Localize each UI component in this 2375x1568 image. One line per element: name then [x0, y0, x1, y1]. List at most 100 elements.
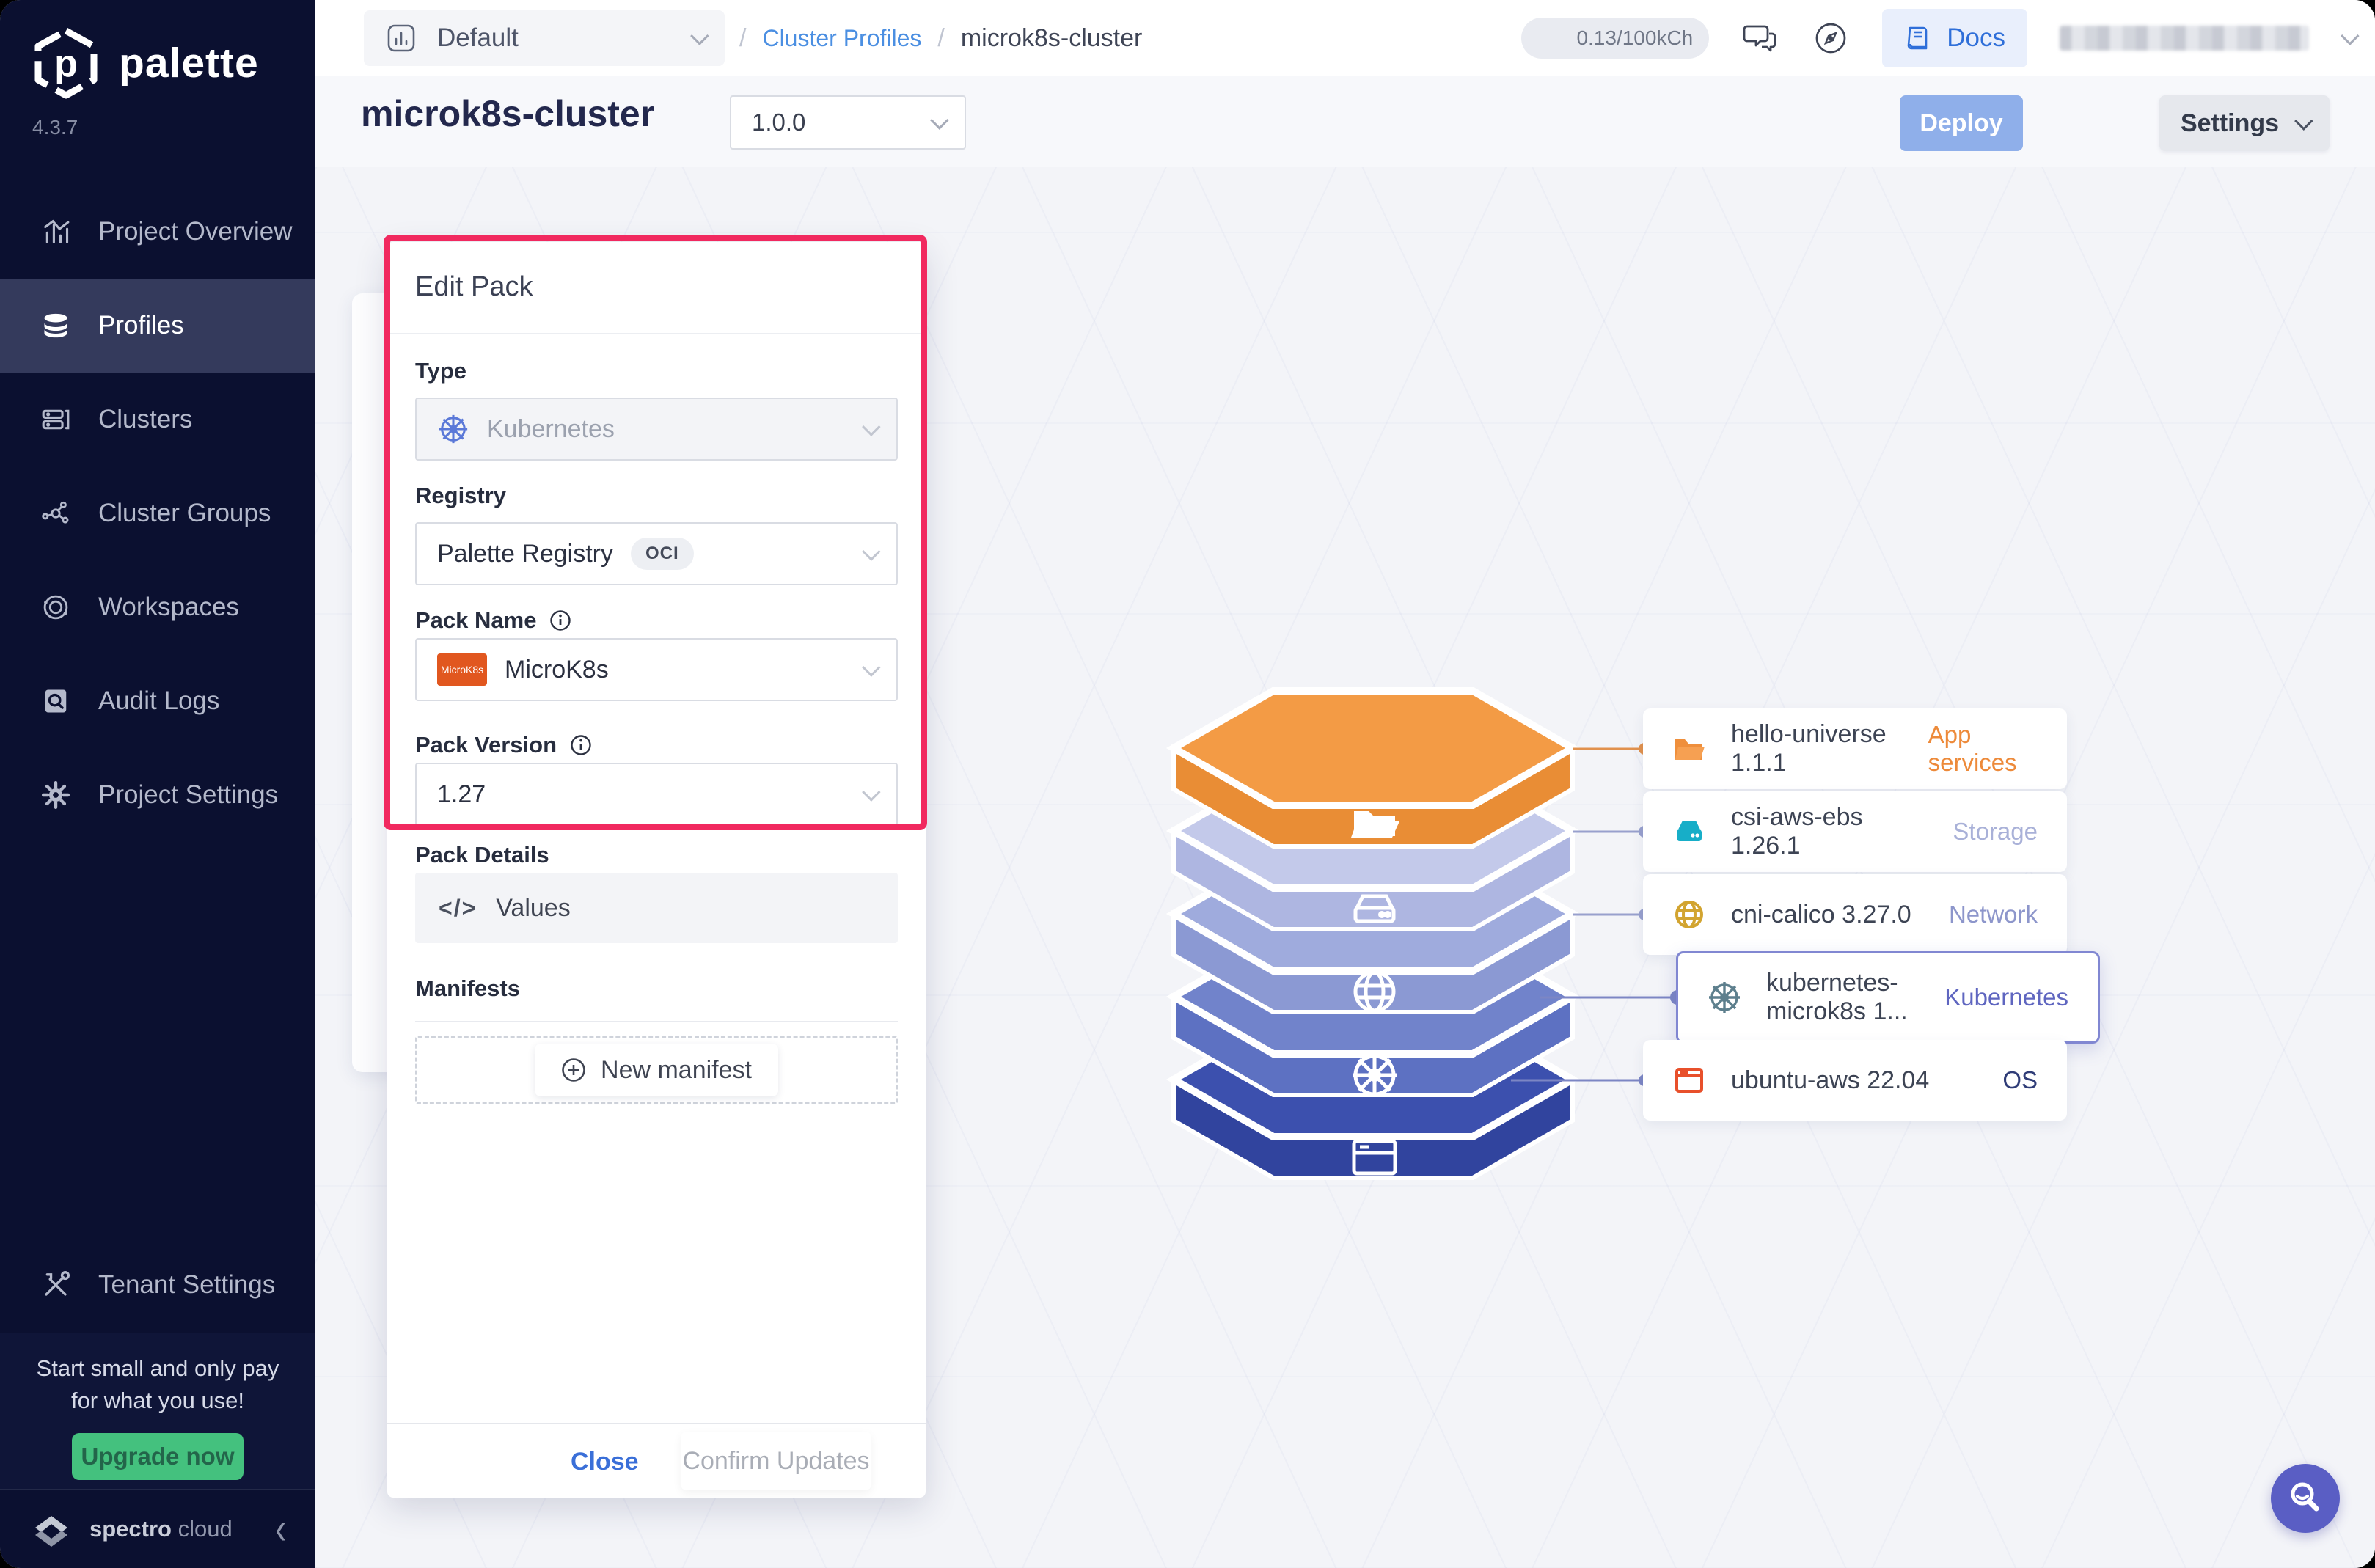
settings-button[interactable]: Settings: [2159, 95, 2330, 151]
registry-select[interactable]: Palette Registry OCI: [415, 522, 898, 585]
chevron-down-icon: [862, 783, 881, 802]
settings-label: Settings: [2180, 109, 2280, 137]
pack-card-type: OS: [2002, 1066, 2038, 1093]
pack-card-kubernetes-selected[interactable]: kubernetes-microk8s 1... Kubernetes: [1676, 951, 2100, 1044]
os-window-icon: [1675, 1068, 1703, 1093]
tools-icon: [45, 1270, 70, 1296]
chevron-down-icon: [862, 417, 881, 436]
sidebar-item-cluster-groups[interactable]: Cluster Groups: [0, 466, 315, 560]
sidebar-item-project-overview[interactable]: Project Overview: [0, 185, 315, 279]
upgrade-promo: Start small and only pay for what you us…: [0, 1333, 315, 1489]
project-selector[interactable]: Default: [364, 10, 725, 66]
pack-name-label: Pack Name: [415, 607, 571, 634]
pack-card-name: hello-universe 1.1.1: [1731, 720, 1887, 777]
usage-badge: 0.13/100kCh: [1521, 18, 1710, 59]
sidebar-item-audit-logs[interactable]: Audit Logs: [0, 654, 315, 748]
pack-card-type: Kubernetes: [1944, 983, 2068, 1011]
pack-card-name: csi-aws-ebs 1.26.1: [1731, 803, 1863, 860]
divider: [387, 333, 926, 334]
info-icon[interactable]: [549, 609, 571, 631]
plus-circle-icon: [562, 1058, 585, 1082]
promo-text: Start small and only pay for what you us…: [36, 1355, 279, 1413]
app-window: hello-universe 1.1.1 App services csi-aw…: [0, 0, 2375, 1568]
user-menu-redacted[interactable]: [2060, 26, 2309, 51]
chevron-down-icon: [2294, 111, 2313, 131]
compass-icon[interactable]: [1812, 19, 1850, 57]
pack-name-select[interactable]: MicroK8s MicroK8s: [415, 638, 898, 701]
pack-version-select[interactable]: 1.27: [415, 763, 898, 826]
sidebar-item-project-settings[interactable]: Project Settings: [0, 748, 315, 842]
pack-card-network[interactable]: cni-calico 3.27.0 Network: [1643, 874, 2067, 955]
audit-log-icon: [45, 689, 67, 713]
orbit-icon: [43, 595, 68, 620]
chat-icon[interactable]: [1741, 19, 1779, 57]
pack-card-os[interactable]: ubuntu-aws 22.04 OS: [1643, 1040, 2067, 1121]
folder-icon: [1675, 739, 1705, 760]
registry-value: Palette Registry: [437, 539, 613, 568]
pack-card-app-services[interactable]: hello-universe 1.1.1 App services: [1643, 708, 2067, 789]
sidebar-item-clusters[interactable]: Clusters: [0, 373, 315, 466]
deploy-button[interactable]: Deploy: [1900, 95, 2023, 151]
pack-card-type: Network: [1948, 901, 2038, 928]
nodes-icon: [42, 501, 69, 524]
registry-label: Registry: [415, 483, 507, 508]
pack-card-type: Storage: [1953, 818, 2038, 845]
globe-icon: [1675, 901, 1703, 928]
new-manifest-label: New manifest: [601, 1055, 752, 1084]
magnifier-icon: [2291, 1482, 2319, 1512]
profile-version-select[interactable]: 1.0.0: [730, 95, 966, 150]
info-icon[interactable]: [570, 734, 592, 756]
manifests-label: Manifests: [415, 975, 520, 1001]
sidebar-footer: spectro cloud ‹: [0, 1489, 315, 1568]
server-icon: [42, 409, 70, 430]
sidebar: p palette 4.3.7 Project Overview Profile…: [0, 0, 315, 1568]
pack-card-storage[interactable]: csi-aws-ebs 1.26.1 Storage: [1643, 791, 2067, 872]
palette-logo-icon: p: [34, 27, 98, 99]
pack-details-label: Pack Details: [415, 842, 549, 868]
project-selector-value: Default: [437, 23, 519, 52]
pack-version-label: Pack Version: [415, 732, 592, 758]
divider: [387, 1423, 926, 1424]
type-value: Kubernetes: [487, 414, 615, 443]
docs-button[interactable]: Docs: [1882, 9, 2027, 67]
breadcrumb: / Cluster Profiles / microk8s-cluster: [739, 23, 1143, 52]
chevron-down-icon: [690, 26, 709, 45]
spectro-cloud-logo-icon: [35, 1516, 67, 1547]
tenant-settings-section: Tenant Settings: [0, 1238, 315, 1332]
chart-icon: [44, 219, 70, 243]
upgrade-now-button[interactable]: Upgrade now: [72, 1433, 244, 1480]
microk8s-logo: MicroK8s: [437, 653, 487, 686]
pack-card-name: ubuntu-aws 22.04: [1731, 1066, 1930, 1094]
sidebar-item-tenant-settings[interactable]: Tenant Settings: [0, 1238, 315, 1332]
project-icon: [387, 24, 415, 52]
type-label: Type: [415, 358, 467, 384]
manifest-dropzone: New manifest: [415, 1036, 898, 1104]
close-button[interactable]: Close: [571, 1448, 639, 1476]
confirm-updates-button[interactable]: Confirm Updates: [681, 1432, 871, 1490]
chevron-down-icon: [862, 542, 881, 561]
edit-pack-modal: Edit Pack Type Kubernetes Registry Palet…: [387, 242, 926, 1498]
pack-card-name: cni-calico 3.27.0: [1731, 900, 1911, 928]
type-select[interactable]: Kubernetes: [415, 398, 898, 461]
values-button[interactable]: </> Values: [415, 873, 898, 943]
chevron-down-icon: [862, 658, 881, 677]
spectro-cloud-label: spectro cloud: [89, 1516, 233, 1542]
chevron-down-icon[interactable]: [2341, 26, 2360, 45]
page-header: microk8s-cluster 1.0.0 Deploy Settings: [315, 76, 2375, 167]
breadcrumb-cluster-profiles[interactable]: Cluster Profiles: [762, 25, 921, 52]
gear-icon: [41, 780, 70, 810]
new-manifest-button[interactable]: New manifest: [535, 1044, 778, 1096]
svg-text:p: p: [54, 43, 78, 85]
pack-card-name: kubernetes-microk8s 1...: [1766, 969, 1908, 1025]
zoom-button[interactable]: [2271, 1464, 2340, 1533]
sidebar-item-workspaces[interactable]: Workspaces: [0, 560, 315, 654]
profile-version-value: 1.0.0: [752, 109, 806, 136]
values-label: Values: [496, 893, 571, 922]
collapse-sidebar-icon[interactable]: ‹: [275, 1503, 286, 1555]
app-version: 4.3.7: [32, 116, 78, 139]
brand-logo[interactable]: p palette: [31, 26, 259, 100]
breadcrumb-current: microk8s-cluster: [960, 23, 1143, 52]
kubernetes-wheel-icon: [439, 414, 468, 444]
sidebar-item-profiles[interactable]: Profiles: [0, 279, 315, 373]
storage-drive-icon: [1677, 821, 1702, 841]
